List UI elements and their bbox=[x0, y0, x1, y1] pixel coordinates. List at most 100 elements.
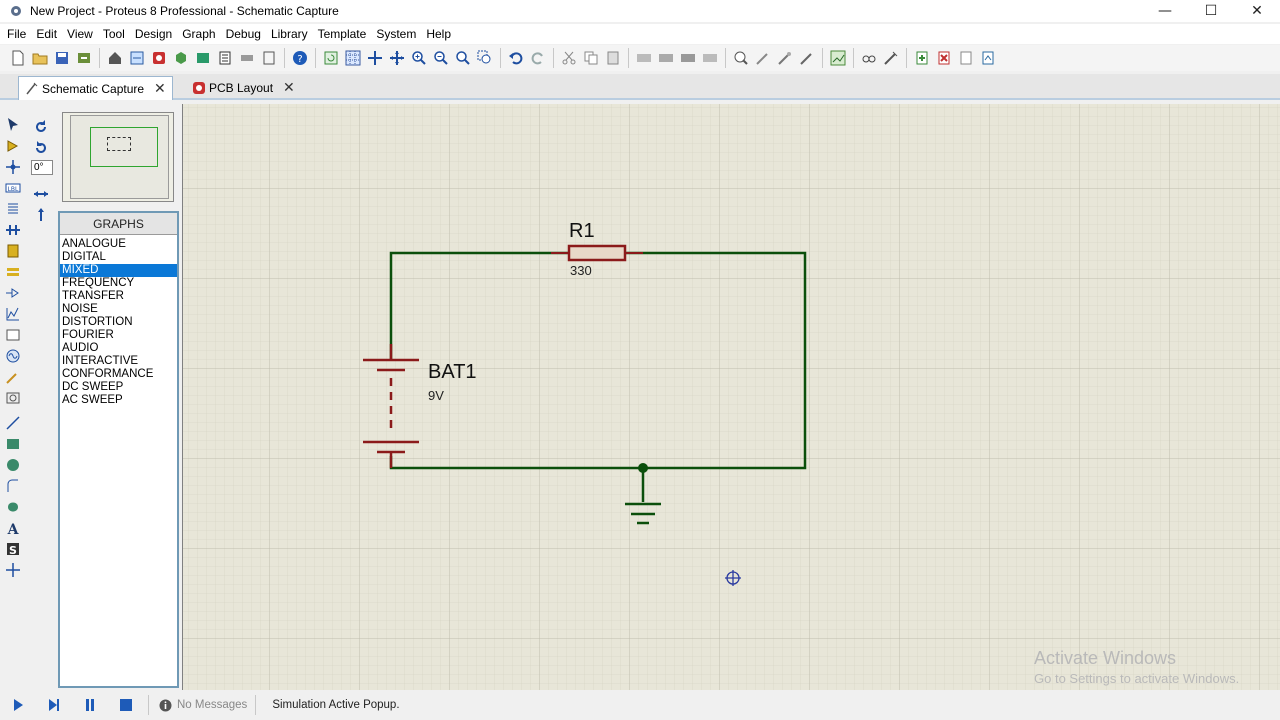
tab-schematic-capture[interactable]: Schematic Capture ✕ bbox=[18, 76, 173, 100]
menu-debug[interactable]: Debug bbox=[221, 24, 266, 44]
tab-pcb-layout[interactable]: PCB Layout ✕ bbox=[186, 76, 301, 100]
notes-icon[interactable] bbox=[258, 48, 279, 68]
message-indicator[interactable]: No Messages bbox=[159, 699, 247, 712]
path-tool-icon[interactable] bbox=[3, 496, 23, 517]
resistor-value-label[interactable]: 330 bbox=[570, 263, 592, 278]
text-script-icon[interactable] bbox=[3, 198, 23, 219]
device-pins-icon[interactable] bbox=[3, 282, 23, 303]
pan-icon[interactable] bbox=[386, 48, 407, 68]
mirror-horizontal-icon[interactable] bbox=[31, 183, 51, 204]
graph-item-audio[interactable]: AUDIO bbox=[60, 342, 177, 355]
menu-help[interactable]: Help bbox=[421, 24, 456, 44]
bom-icon[interactable] bbox=[214, 48, 235, 68]
junction-dot[interactable] bbox=[638, 463, 648, 473]
block-copy-icon[interactable] bbox=[633, 48, 654, 68]
block-move-icon[interactable] bbox=[655, 48, 676, 68]
circle-tool-icon[interactable] bbox=[3, 454, 23, 475]
box-tool-icon[interactable] bbox=[3, 433, 23, 454]
remove-sheet-icon[interactable] bbox=[933, 48, 954, 68]
graph-item-distortion[interactable]: DISTORTION bbox=[60, 316, 177, 329]
schematic-icon[interactable] bbox=[126, 48, 147, 68]
graph-item-interactive[interactable]: INTERACTIVE bbox=[60, 355, 177, 368]
component-mode-icon[interactable] bbox=[3, 135, 23, 156]
decompose-icon[interactable] bbox=[796, 48, 817, 68]
help-icon[interactable]: ? bbox=[289, 48, 310, 68]
arc-tool-icon[interactable] bbox=[3, 475, 23, 496]
exit-to-parent-icon[interactable] bbox=[955, 48, 976, 68]
graph-item-ac-sweep[interactable]: AC SWEEP bbox=[60, 394, 177, 407]
battery-value-label[interactable]: 9V bbox=[428, 388, 444, 403]
marker-tool-icon[interactable] bbox=[3, 559, 23, 580]
play-button[interactable] bbox=[0, 692, 36, 718]
selection-mode-icon[interactable] bbox=[3, 114, 23, 135]
graph-item-digital[interactable]: DIGITAL bbox=[60, 251, 177, 264]
cut-icon[interactable] bbox=[558, 48, 579, 68]
resistor-ref-label[interactable]: R1 bbox=[569, 220, 595, 243]
menu-library[interactable]: Library bbox=[266, 24, 313, 44]
pcb-icon[interactable] bbox=[148, 48, 169, 68]
tab-close-icon[interactable]: ✕ bbox=[283, 80, 295, 96]
redo-icon[interactable] bbox=[527, 48, 548, 68]
property-assign-icon[interactable] bbox=[880, 48, 901, 68]
pick-parts-icon[interactable] bbox=[730, 48, 751, 68]
generator-mode-icon[interactable] bbox=[3, 345, 23, 366]
virtual-instruments-icon[interactable] bbox=[3, 387, 23, 408]
step-button[interactable] bbox=[36, 692, 72, 718]
package-tool-icon[interactable] bbox=[774, 48, 795, 68]
wire-label-icon[interactable]: LBL bbox=[3, 177, 23, 198]
symbol-tool-icon[interactable]: S bbox=[3, 538, 23, 559]
menu-graph[interactable]: Graph bbox=[177, 24, 220, 44]
menu-design[interactable]: Design bbox=[130, 24, 177, 44]
gerber-icon[interactable] bbox=[192, 48, 213, 68]
copy-icon[interactable] bbox=[580, 48, 601, 68]
block-rotate-icon[interactable] bbox=[677, 48, 698, 68]
maximize-button[interactable]: ☐ bbox=[1188, 0, 1234, 22]
zoom-all-icon[interactable] bbox=[452, 48, 473, 68]
menu-tool[interactable]: Tool bbox=[98, 24, 130, 44]
zoom-area-icon[interactable] bbox=[474, 48, 495, 68]
pause-button[interactable] bbox=[72, 692, 108, 718]
overview-viewport[interactable] bbox=[90, 127, 158, 167]
rotate-clockwise-icon[interactable] bbox=[31, 116, 51, 137]
graph-item-conformance[interactable]: CONFORMANCE bbox=[60, 368, 177, 381]
text-tool-icon[interactable]: A bbox=[3, 517, 23, 538]
zoom-out-icon[interactable] bbox=[430, 48, 451, 68]
schematic-canvas[interactable] bbox=[182, 104, 1280, 690]
tab-close-icon[interactable]: ✕ bbox=[154, 81, 166, 97]
junction-dot-icon[interactable] bbox=[3, 156, 23, 177]
overview-window[interactable] bbox=[62, 112, 174, 202]
battery-ref-label[interactable]: BAT1 bbox=[428, 361, 477, 384]
menu-edit[interactable]: Edit bbox=[31, 24, 62, 44]
refresh-icon[interactable] bbox=[320, 48, 341, 68]
graph-item-dc-sweep[interactable]: DC SWEEP bbox=[60, 381, 177, 394]
voltage-probe-icon[interactable] bbox=[3, 366, 23, 387]
graph-item-transfer[interactable]: TRANSFER bbox=[60, 290, 177, 303]
line-tool-icon[interactable] bbox=[3, 412, 23, 433]
graph-item-noise[interactable]: NOISE bbox=[60, 303, 177, 316]
zoom-in-icon[interactable] bbox=[408, 48, 429, 68]
3d-viewer-icon[interactable] bbox=[170, 48, 191, 68]
open-folder-icon[interactable] bbox=[29, 48, 50, 68]
minimize-button[interactable]: — bbox=[1142, 0, 1188, 22]
graph-mode-icon[interactable] bbox=[3, 303, 23, 324]
new-file-icon[interactable] bbox=[7, 48, 28, 68]
source-code-icon[interactable] bbox=[236, 48, 257, 68]
menu-system[interactable]: System bbox=[371, 24, 421, 44]
graph-item-fourier[interactable]: FOURIER bbox=[60, 329, 177, 342]
menu-template[interactable]: Template bbox=[313, 24, 372, 44]
graph-item-mixed[interactable]: MIXED bbox=[60, 264, 177, 277]
new-sheet-icon[interactable] bbox=[911, 48, 932, 68]
graph-item-frequency[interactable]: FREQUENCY bbox=[60, 277, 177, 290]
grid-toggle-icon[interactable] bbox=[342, 48, 363, 68]
schematic-editing-window[interactable]: R1 330 BAT1 9V bbox=[182, 104, 1280, 690]
undo-icon[interactable] bbox=[505, 48, 526, 68]
stop-button[interactable] bbox=[108, 692, 144, 718]
terminals-icon[interactable] bbox=[3, 261, 23, 282]
menu-view[interactable]: View bbox=[62, 24, 98, 44]
wire-autorouter-icon[interactable] bbox=[827, 48, 848, 68]
tape-recorder-icon[interactable] bbox=[3, 324, 23, 345]
close-button[interactable]: ✕ bbox=[1234, 0, 1280, 22]
rotation-angle-input[interactable]: 0° bbox=[31, 160, 53, 175]
make-device-icon[interactable] bbox=[752, 48, 773, 68]
block-delete-icon[interactable] bbox=[699, 48, 720, 68]
